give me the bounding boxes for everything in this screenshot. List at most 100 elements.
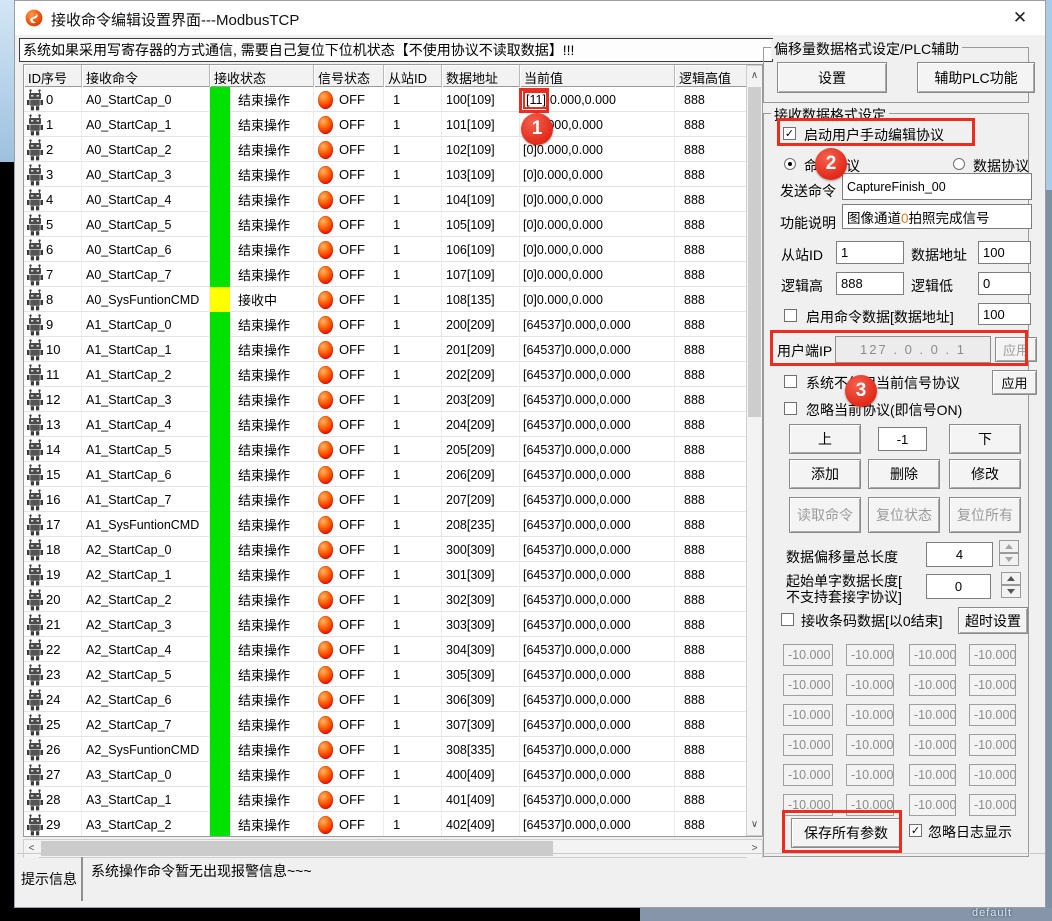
table-row[interactable]: 2A0_StartCap_2结束操作OFF1102[109][0]0.000,0…	[24, 137, 747, 162]
spin-up-icon[interactable]	[999, 540, 1019, 553]
vertical-scrollbar[interactable]: ∧ ∨	[746, 65, 763, 836]
offset-value-field[interactable]: -10.000	[783, 734, 833, 756]
vertical-scroll-thumb[interactable]	[748, 87, 761, 417]
offset-len-spinner[interactable]	[999, 540, 1019, 566]
scroll-up-icon[interactable]: ∧	[747, 67, 762, 85]
timeout-button[interactable]: 超时设置	[958, 607, 1028, 634]
column-header[interactable]: 从站ID	[384, 65, 442, 87]
offset-value-field[interactable]: -10.000	[969, 764, 1016, 786]
table-row[interactable]: 22A2_StartCap_4结束操作OFF1304[309][64537]0.…	[24, 637, 747, 662]
offset-value-field[interactable]: -10.000	[909, 764, 956, 786]
offset-value-field[interactable]: -10.000	[783, 704, 833, 726]
offset-value-field[interactable]: -10.000	[969, 734, 1016, 756]
table-row[interactable]: 9A1_StartCap_0结束操作OFF1200[209][64537]0.0…	[24, 312, 747, 337]
table-row[interactable]: 6A0_StartCap_6结束操作OFF1106[109][0]0.000,0…	[24, 237, 747, 262]
column-header[interactable]: 当前值	[520, 65, 675, 87]
settings-button[interactable]: 设置	[777, 62, 887, 93]
spin-down-icon[interactable]	[1001, 585, 1021, 598]
cmd-protocol-radio[interactable]	[784, 158, 796, 170]
offset-value-field[interactable]: -10.000	[783, 674, 833, 696]
modify-button[interactable]: 修改	[949, 459, 1021, 489]
logic-low-input[interactable]	[978, 272, 1031, 295]
offset-value-field[interactable]: -10.000	[909, 794, 956, 816]
no-signal-protocol-checkbox[interactable]	[784, 375, 797, 388]
offset-value-field[interactable]: -10.000	[909, 674, 956, 696]
table-row[interactable]: 11A1_StartCap_2结束操作OFF1202[209][64537]0.…	[24, 362, 747, 387]
table-row[interactable]: 4A0_StartCap_4结束操作OFF1104[109][0]0.000,0…	[24, 187, 747, 212]
offset-value-field[interactable]: -10.000	[783, 764, 833, 786]
delete-button[interactable]: 删除	[868, 459, 940, 489]
offset-value-field[interactable]: -10.000	[783, 644, 833, 666]
barcode-checkbox[interactable]	[781, 613, 794, 626]
column-header[interactable]: 数据地址	[442, 65, 520, 87]
table-row[interactable]: 3A0_StartCap_3结束操作OFF1103[109][0]0.000,0…	[24, 162, 747, 187]
offset-value-field[interactable]: -10.000	[909, 704, 956, 726]
offset-value-field[interactable]: -10.000	[909, 644, 956, 666]
table-row[interactable]: 29A3_StartCap_2结束操作OFF1402[409][64537]0.…	[24, 812, 747, 837]
table-row[interactable]: 19A2_StartCap_1结束操作OFF1301[309][64537]0.…	[24, 562, 747, 587]
offset-value-field[interactable]: -10.000	[846, 704, 894, 726]
read-cmd-button[interactable]: 读取命令	[789, 497, 861, 533]
spin-up-icon[interactable]	[1001, 572, 1021, 585]
column-header[interactable]: 信号状态	[314, 65, 384, 87]
table-row[interactable]: 25A2_StartCap_7结束操作OFF1307[309][64537]0.…	[24, 712, 747, 737]
table-row[interactable]: 17A1_SysFuntionCMD结束操作OFF1208[235][64537…	[24, 512, 747, 537]
cmd-data-checkbox[interactable]	[784, 309, 797, 322]
scroll-down-icon[interactable]: ∨	[747, 816, 762, 834]
table-row[interactable]: 18A2_StartCap_0结束操作OFF1300[309][64537]0.…	[24, 537, 747, 562]
table-row[interactable]: 5A0_StartCap_5结束操作OFF1105[109][0]0.000,0…	[24, 212, 747, 237]
apply-button[interactable]: 应用	[992, 370, 1037, 395]
column-header[interactable]: ID序号	[24, 65, 82, 87]
table-row[interactable]: 7A0_StartCap_7结束操作OFF1107[109][0]0.000,0…	[24, 262, 747, 287]
func-desc-input[interactable]: 图像通道0拍照完成信号	[842, 204, 1032, 229]
scroll-right-icon[interactable]: >	[747, 840, 762, 858]
offset-total-len-input[interactable]	[926, 542, 993, 567]
table-row[interactable]: 16A1_StartCap_7结束操作OFF1207[209][64537]0.…	[24, 487, 747, 512]
reset-all-button[interactable]: 复位所有	[949, 497, 1021, 533]
table-row[interactable]: 12A1_StartCap_3结束操作OFF1203[209][64537]0.…	[24, 387, 747, 412]
ignore-log-checkbox[interactable]: ✓	[909, 824, 922, 837]
station-id-input[interactable]	[836, 241, 904, 264]
down-button[interactable]: 下	[949, 424, 1021, 454]
table-row[interactable]: 24A2_StartCap_6结束操作OFF1306[309][64537]0.…	[24, 687, 747, 712]
column-header[interactable]: 接收状态	[210, 65, 314, 87]
offset-value-field[interactable]: -10.000	[909, 734, 956, 756]
table-row[interactable]: 14A1_StartCap_5结束操作OFF1205[209][64537]0.…	[24, 437, 747, 462]
add-button[interactable]: 添加	[789, 459, 861, 489]
table-row[interactable]: 28A3_StartCap_1结束操作OFF1401[409][64537]0.…	[24, 787, 747, 812]
data-addr-input[interactable]	[978, 241, 1031, 264]
table-row[interactable]: 26A2_SysFuntionCMD结束操作OFF1308[335][64537…	[24, 737, 747, 762]
horizontal-scrollbar[interactable]: < >	[23, 839, 763, 858]
column-header[interactable]: 接收命令	[82, 65, 210, 87]
cmd-data-addr-input[interactable]	[978, 303, 1031, 325]
offset-value-field[interactable]: -10.000	[969, 704, 1016, 726]
table-row[interactable]: 23A2_StartCap_5结束操作OFF1305[309][64537]0.…	[24, 662, 747, 687]
word-len-spinner[interactable]	[1001, 572, 1021, 598]
table-row[interactable]: 15A1_StartCap_6结束操作OFF1206[209][64537]0.…	[24, 462, 747, 487]
up-button[interactable]: 上	[789, 424, 861, 454]
table-row[interactable]: 21A2_StartCap_3结束操作OFF1303[309][64537]0.…	[24, 612, 747, 637]
table-row[interactable]: 27A3_StartCap_0结束操作OFF1400[409][64537]0.…	[24, 762, 747, 787]
plc-helper-button[interactable]: 辅助PLC功能	[917, 62, 1035, 93]
offset-value-field[interactable]: -10.000	[846, 764, 894, 786]
send-cmd-input[interactable]	[842, 173, 1032, 200]
table-row[interactable]: 8A0_SysFuntionCMD接收中OFF1108[135][0]0.000…	[24, 287, 747, 312]
table-row[interactable]: 1A0_StartCap_1结束操作OFF1101[109][0]0.000,0…	[24, 112, 747, 137]
spin-down-icon[interactable]	[999, 553, 1019, 566]
word-len-input[interactable]	[926, 574, 991, 599]
table-row[interactable]: 20A2_StartCap_2结束操作OFF1302[309][64537]0.…	[24, 587, 747, 612]
scroll-left-icon[interactable]: <	[24, 840, 39, 858]
step-input[interactable]	[878, 427, 927, 451]
offset-value-field[interactable]: -10.000	[969, 794, 1016, 816]
ignore-protocol-checkbox[interactable]	[784, 402, 797, 415]
offset-value-field[interactable]: -10.000	[969, 644, 1016, 666]
titlebar[interactable]: 接收命令编辑设置界面---ModbusTCP ✕	[15, 1, 1045, 35]
table-row[interactable]: 10A1_StartCap_1结束操作OFF1201[209][64537]0.…	[24, 337, 747, 362]
offset-value-field[interactable]: -10.000	[846, 644, 894, 666]
table-row[interactable]: 13A1_StartCap_4结束操作OFF1204[209][64537]0.…	[24, 412, 747, 437]
close-button[interactable]: ✕	[1009, 7, 1031, 29]
table-row[interactable]: 0A0_StartCap_0结束操作OFF1100[109][11]0.000,…	[24, 87, 747, 112]
logic-high-input[interactable]	[836, 272, 904, 295]
offset-value-field[interactable]: -10.000	[846, 674, 894, 696]
reset-state-button[interactable]: 复位状态	[868, 497, 940, 533]
